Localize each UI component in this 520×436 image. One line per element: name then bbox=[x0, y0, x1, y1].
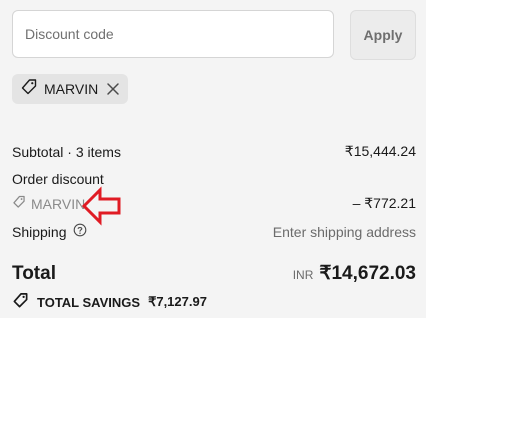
applied-discount-chip: MARVIN bbox=[12, 74, 128, 104]
applied-discount-code: MARVIN bbox=[44, 81, 99, 97]
order-discount-row: Order discount bbox=[12, 171, 416, 187]
tag-icon bbox=[12, 195, 26, 212]
subtotal-value: ₹15,444.24 bbox=[344, 143, 416, 159]
total-row: Total INR ₹14,672.03 bbox=[12, 262, 416, 285]
annotation-arrow-icon bbox=[82, 186, 121, 226]
subtotal-row: Subtotal · 3 items ₹15,444.24 bbox=[12, 143, 416, 160]
discount-code-input[interactable] bbox=[12, 10, 334, 58]
shipping-label-group: Shipping bbox=[12, 223, 87, 240]
savings-tag-icon bbox=[12, 292, 29, 312]
discount-value: – ₹772.21 bbox=[352, 195, 416, 211]
discount-code-label: MARVIN bbox=[31, 195, 86, 212]
apply-discount-button[interactable]: Apply bbox=[350, 10, 416, 60]
subtotal-label: Subtotal · 3 items bbox=[12, 143, 121, 160]
tag-icon bbox=[20, 78, 38, 101]
order-summary-panel: Apply MARVIN Subtotal · 3 items ₹15,444.… bbox=[0, 0, 426, 318]
order-discount-label: Order discount bbox=[12, 171, 104, 187]
total-amount: ₹14,672.03 bbox=[319, 263, 416, 284]
discount-code-row: MARVIN – ₹772.21 bbox=[12, 195, 416, 212]
shipping-row: Shipping Enter shipping address bbox=[12, 223, 416, 240]
shipping-value: Enter shipping address bbox=[272, 223, 416, 240]
remove-discount-icon[interactable] bbox=[106, 82, 120, 96]
total-currency: INR bbox=[292, 268, 314, 282]
savings-amount: ₹7,127.97 bbox=[148, 294, 207, 309]
shipping-label: Shipping bbox=[12, 223, 67, 240]
total-savings: TOTAL SAVINGS ₹7,127.97 bbox=[12, 292, 207, 312]
discount-code-line: MARVIN bbox=[12, 195, 85, 212]
total-value-group: INR ₹14,672.03 bbox=[293, 262, 416, 285]
total-label: Total bbox=[12, 262, 56, 284]
savings-label: TOTAL SAVINGS bbox=[37, 294, 141, 310]
